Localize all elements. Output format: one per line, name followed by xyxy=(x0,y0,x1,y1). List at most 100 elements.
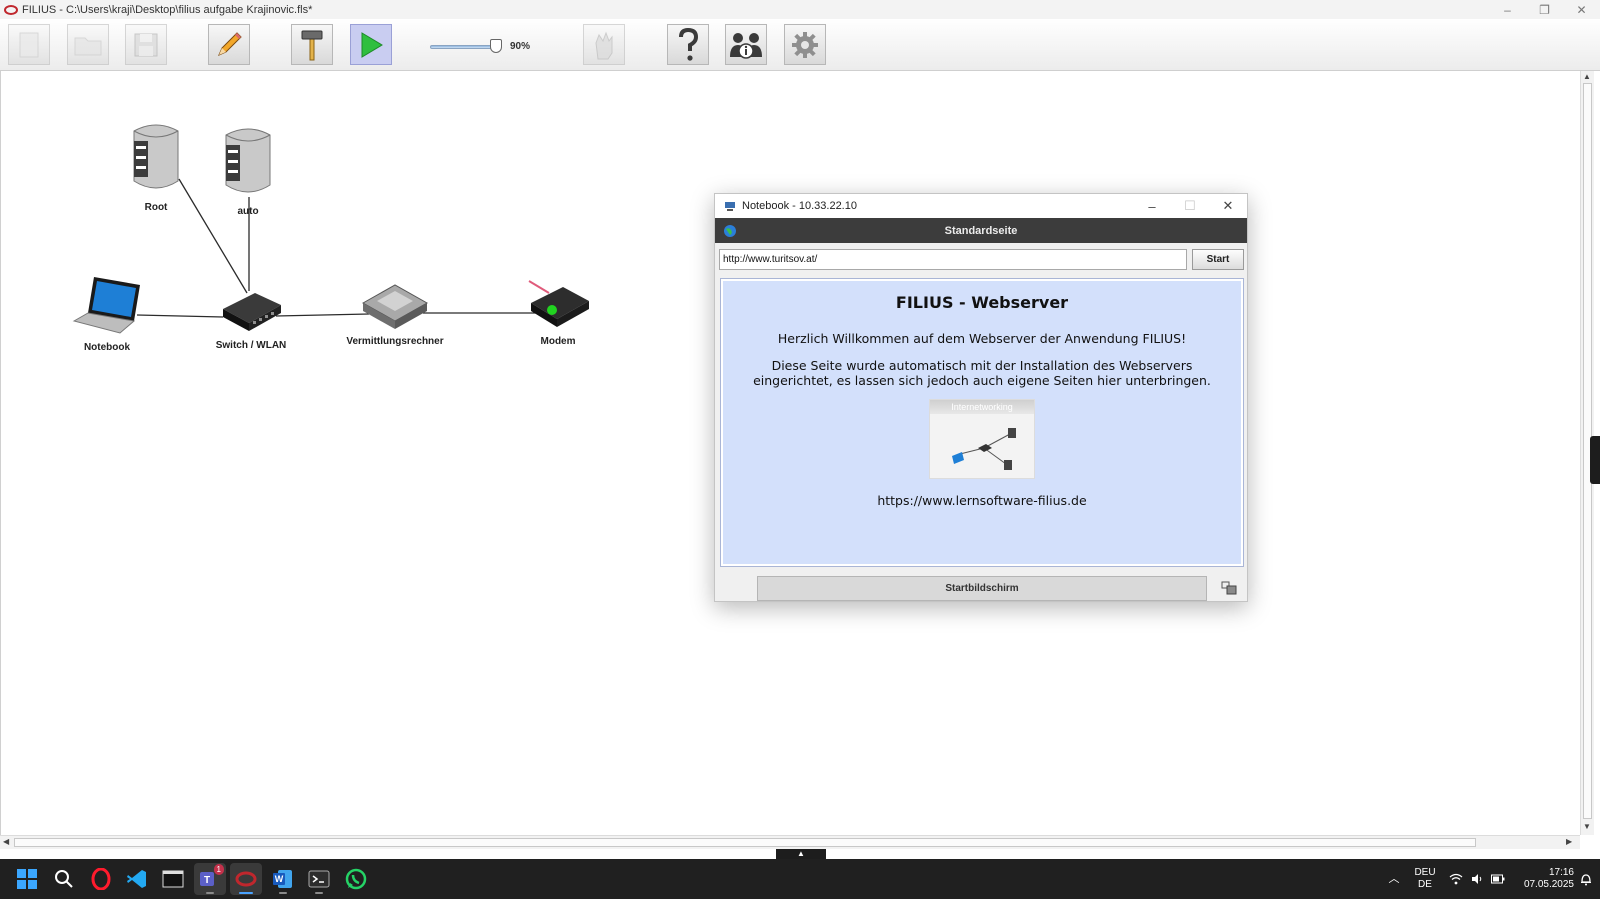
home-screen-button[interactable]: Startbildschirm xyxy=(757,576,1207,601)
taskbar-teams[interactable]: T 1 xyxy=(194,863,226,895)
scroll-up-arrow[interactable]: ▲ xyxy=(1583,72,1591,81)
help-button[interactable] xyxy=(667,24,709,65)
node-notebook-label: Notebook xyxy=(83,342,131,353)
settings-button[interactable] xyxy=(784,24,826,65)
floppy-disk-icon xyxy=(134,33,158,56)
speaker-icon xyxy=(1472,874,1482,884)
question-mark-icon xyxy=(679,27,699,61)
globe-icon xyxy=(724,225,736,237)
blank-page-icon xyxy=(19,32,39,57)
window-resize-icon[interactable] xyxy=(1221,581,1237,595)
simulation-mode-button[interactable] xyxy=(291,24,333,65)
close-button[interactable]: ✕ xyxy=(1563,0,1600,19)
zoom-slider-thumb[interactable] xyxy=(490,39,502,53)
scroll-down-arrow[interactable]: ▼ xyxy=(1583,822,1591,831)
run-simulation-button[interactable] xyxy=(350,24,392,65)
taskbar-word[interactable]: W xyxy=(267,863,299,895)
whatsapp-icon xyxy=(345,868,367,890)
modem-icon xyxy=(528,280,589,327)
taskbar-opera[interactable] xyxy=(85,863,117,895)
design-mode-button[interactable] xyxy=(208,24,250,65)
horizontal-scrollbar[interactable]: ◀ ▶ xyxy=(0,835,1580,849)
side-panel-toggle[interactable] xyxy=(1590,436,1600,484)
taskbar-search[interactable] xyxy=(48,863,80,895)
node-switch[interactable]: Switch / WLAN xyxy=(211,281,291,351)
node-root[interactable]: Root xyxy=(126,119,186,213)
dialog-title-bar: Notebook - 10.33.22.10 – ☐ ✕ xyxy=(715,194,1247,218)
new-file-button[interactable] xyxy=(8,24,50,65)
computer-icon xyxy=(725,202,735,211)
laptop-icon xyxy=(72,277,140,334)
url-input[interactable] xyxy=(719,249,1187,270)
chevron-up-icon: ︿ xyxy=(1388,873,1400,885)
notifications[interactable] xyxy=(1576,859,1596,899)
dialog-maximize-button[interactable]: ☐ xyxy=(1171,198,1209,214)
save-file-button[interactable] xyxy=(125,24,167,65)
taskbar-whatsapp[interactable] xyxy=(340,863,372,895)
restore-button[interactable]: ❐ xyxy=(1526,0,1563,19)
scroll-left-arrow[interactable]: ◀ xyxy=(3,837,9,846)
clock-time: 17:16 xyxy=(1548,867,1574,878)
dialog-minimize-button[interactable]: – xyxy=(1133,199,1171,214)
scroll-right-arrow[interactable]: ▶ xyxy=(1566,837,1572,846)
windows-taskbar: T 1 W ︿ DEU DE 17:16 07.05.2025 xyxy=(0,859,1600,899)
minimize-button[interactable]: – xyxy=(1489,0,1526,19)
node-router[interactable]: Vermittlungsrechner xyxy=(339,277,451,347)
web-page-view: FILIUS - Webserver Herzlich Willkommen a… xyxy=(720,278,1244,567)
taskbar-terminal[interactable] xyxy=(303,863,335,895)
opera-icon xyxy=(91,868,111,890)
image-caption: Internetworking xyxy=(930,400,1034,414)
notebook-browser-window: Notebook - 10.33.22.10 – ☐ ✕ Standardsei… xyxy=(714,193,1248,602)
horizontal-scroll-thumb[interactable] xyxy=(14,838,1476,847)
teams-running-indicator xyxy=(206,892,214,894)
language-secondary: DE xyxy=(1418,879,1432,890)
taskbar-window[interactable] xyxy=(157,863,189,895)
dialog-close-button[interactable]: ✕ xyxy=(1209,198,1247,214)
internetworking-image: Internetworking xyxy=(929,399,1035,479)
node-modem[interactable]: Modem xyxy=(524,279,592,347)
node-auto[interactable]: auto xyxy=(218,123,278,217)
network-diagram-icon xyxy=(952,428,1016,470)
pencil-icon xyxy=(218,31,242,56)
node-switch-label: Switch / WLAN xyxy=(215,340,287,351)
search-icon xyxy=(55,870,73,888)
zoom-value: 90% xyxy=(510,41,531,52)
server-icon xyxy=(133,124,179,189)
page-description-text: Diese Seite wurde automatisch mit der In… xyxy=(753,358,1211,388)
open-file-button[interactable] xyxy=(67,24,109,65)
word-running-indicator xyxy=(279,892,287,894)
hand-icon xyxy=(595,31,613,59)
zoom-slider-track xyxy=(430,45,496,49)
wifi-icon xyxy=(1449,873,1463,885)
zoom-slider[interactable] xyxy=(430,39,502,53)
router-icon xyxy=(361,284,429,329)
gear-icon xyxy=(792,31,818,58)
info-people-icon xyxy=(730,32,762,59)
notification-bell-icon xyxy=(1581,874,1591,886)
node-root-label: Root xyxy=(144,202,168,213)
tray-overflow[interactable]: ︿ xyxy=(1384,859,1404,899)
folder-icon xyxy=(74,37,102,55)
terminal-running-indicator xyxy=(315,892,323,894)
speed-button[interactable] xyxy=(583,24,625,65)
clock[interactable]: 17:16 07.05.2025 xyxy=(1512,859,1574,899)
browser-header-title: Standardseite xyxy=(944,224,1018,237)
taskbar-filius[interactable] xyxy=(230,863,262,895)
bottom-panel-toggle[interactable]: ▲ xyxy=(776,849,826,859)
node-router-label: Vermittlungsrechner xyxy=(346,336,444,347)
battery-icon xyxy=(1491,874,1505,884)
language-indicator[interactable]: DEU DE xyxy=(1410,859,1440,899)
filius-app-icon xyxy=(4,4,18,15)
start-button[interactable]: Start xyxy=(1192,249,1244,270)
browser-header: Standardseite xyxy=(715,218,1247,243)
vscode-icon xyxy=(127,870,146,888)
language-primary: DEU xyxy=(1414,867,1436,878)
windows-logo-icon xyxy=(17,869,37,889)
project-link[interactable]: https://www.lernsoftware-filius.de xyxy=(723,493,1241,508)
taskbar-vscode[interactable] xyxy=(121,863,153,895)
taskbar-start[interactable] xyxy=(11,863,43,895)
system-status-icons[interactable] xyxy=(1448,859,1506,899)
info-button[interactable] xyxy=(725,24,767,65)
node-notebook[interactable]: Notebook xyxy=(72,271,142,353)
toolbar: 90% xyxy=(0,19,1600,71)
